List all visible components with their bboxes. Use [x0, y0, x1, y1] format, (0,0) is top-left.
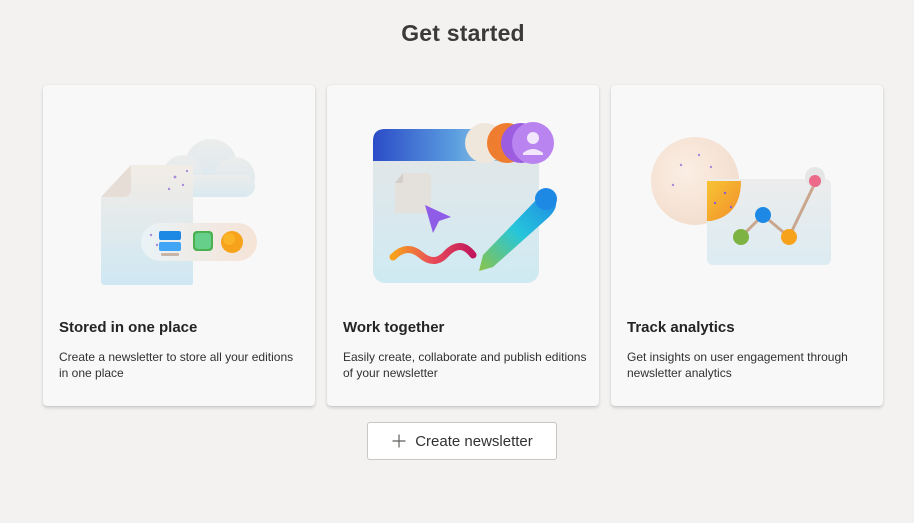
analytics-chart-illustration	[651, 137, 831, 265]
card-description: Easily create, collaborate and publish e…	[343, 350, 587, 380]
card-description: Get insights on user engagement through …	[627, 350, 848, 380]
plus-icon	[392, 434, 406, 448]
cloud-document-storage-illustration	[101, 139, 257, 285]
card-description: Create a newsletter to store all your ed…	[59, 350, 294, 380]
card-title: Track analytics	[627, 319, 735, 336]
page-title: Get started	[401, 20, 525, 46]
card-title: Stored in one place	[59, 319, 198, 336]
create-newsletter-label: Create newsletter	[415, 432, 533, 450]
card-track-analytics[interactable]: Track analytics Get insights on user eng…	[611, 85, 883, 406]
create-newsletter-button[interactable]: Create newsletter	[367, 422, 557, 460]
card-work-together[interactable]: Work together Easily create, collaborate…	[327, 85, 599, 406]
card-title: Work together	[343, 319, 445, 336]
card-stored-in-one-place[interactable]: Stored in one place Create a newsletter …	[43, 85, 315, 406]
collaboration-canvas-illustration	[373, 122, 557, 283]
